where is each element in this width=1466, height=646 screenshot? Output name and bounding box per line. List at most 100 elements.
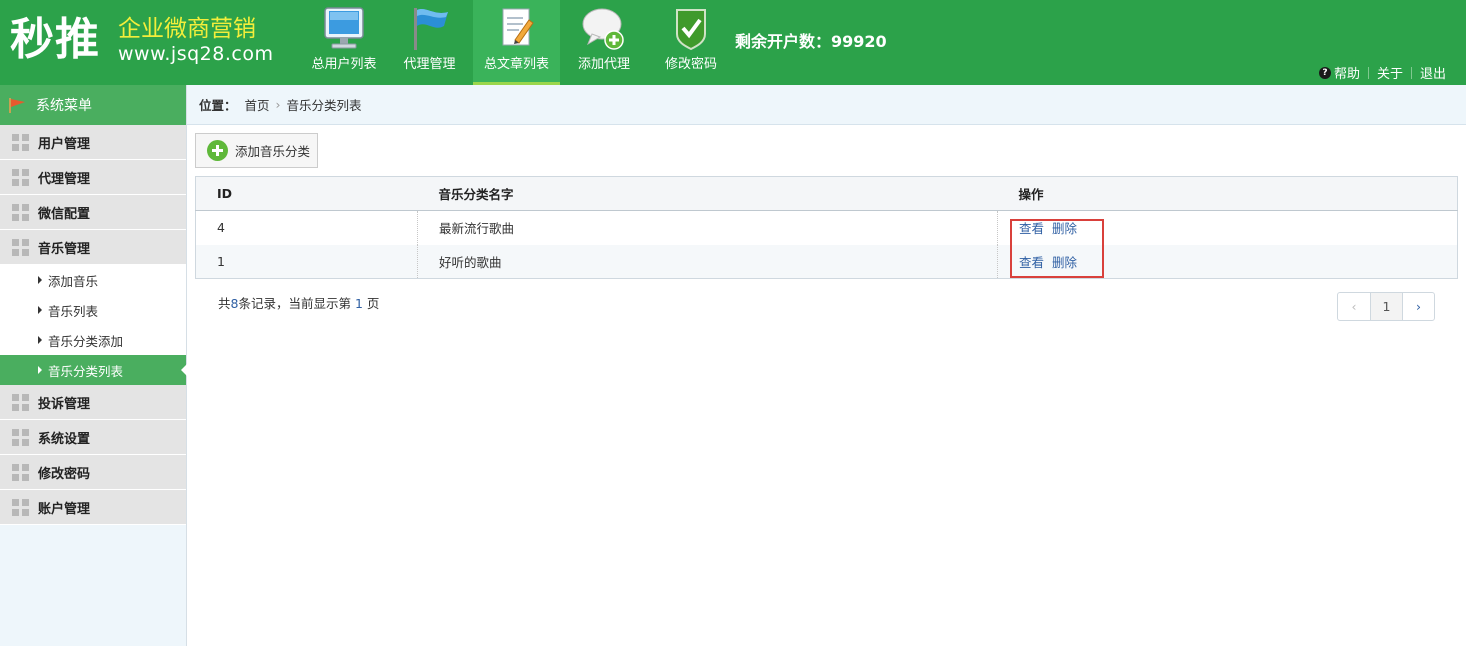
breadcrumb-home-link[interactable]: 首页 bbox=[245, 95, 270, 114]
page-button-1[interactable]: 1 bbox=[1370, 293, 1402, 320]
grid-icon bbox=[12, 428, 29, 446]
current-page-number: 1 bbox=[354, 296, 363, 311]
breadcrumb: 位置： 首页 › 音乐分类列表 bbox=[187, 85, 1466, 125]
sidebar-group-label: 用户管理 bbox=[38, 136, 91, 152]
sidebar: 系统菜单 用户管理 代理管理 微信配置 音乐管理 添加音乐 音乐列表 音乐分类添… bbox=[0, 85, 187, 646]
top-right-links: ? 帮助 关于 退出 bbox=[1318, 63, 1446, 82]
top-header: 秒推 企业微商营销 www.jsq28.com 总用户列表 代理管理 总文章列表… bbox=[0, 0, 1466, 85]
grid-icon bbox=[12, 463, 29, 481]
sidebar-item-add-music-category[interactable]: 音乐分类添加 bbox=[0, 325, 186, 355]
sidebar-item-music-category-list[interactable]: 音乐分类列表 bbox=[0, 355, 187, 385]
record-info: 共8条记录，当前显示第 1 页 bbox=[218, 293, 379, 312]
record-info-prefix: 共 bbox=[218, 296, 231, 311]
table-row: 4 最新流行歌曲 查看 删除 bbox=[196, 210, 1458, 245]
nav-add-agent-label: 添加代理 bbox=[577, 57, 630, 72]
sidebar-item-label: 音乐分类列表 bbox=[48, 363, 124, 379]
plus-circle-icon bbox=[207, 140, 228, 161]
cell-name: 好听的歌曲 bbox=[417, 244, 998, 279]
nav-change-password[interactable]: 修改密码 bbox=[648, 0, 734, 85]
sidebar-header: 系统菜单 bbox=[0, 85, 186, 125]
column-header-name: 音乐分类名字 bbox=[417, 176, 998, 211]
sidebar-group-label: 音乐管理 bbox=[38, 241, 91, 257]
grid-icon bbox=[12, 203, 29, 221]
nav-article-list[interactable]: 总文章列表 bbox=[473, 0, 560, 85]
shield-check-icon bbox=[676, 9, 706, 51]
caret-right-icon bbox=[38, 336, 42, 344]
sidebar-item-label: 添加音乐 bbox=[48, 273, 99, 289]
sidebar-item-label: 音乐分类添加 bbox=[48, 333, 124, 349]
column-header-id: ID bbox=[195, 176, 418, 211]
sidebar-group-user[interactable]: 用户管理 bbox=[0, 125, 186, 160]
pagination: ‹ 1 › bbox=[1337, 292, 1435, 321]
sidebar-group-complaint[interactable]: 投诉管理 bbox=[0, 385, 186, 420]
add-music-category-label: 添加音乐分类 bbox=[235, 144, 311, 159]
caret-right-icon bbox=[38, 366, 42, 374]
brand-url: www.jsq28.com bbox=[118, 43, 274, 65]
divider bbox=[1367, 66, 1369, 79]
grid-icon bbox=[12, 238, 29, 256]
sidebar-group-label: 微信配置 bbox=[38, 206, 91, 222]
sidebar-group-account[interactable]: 账户管理 bbox=[0, 490, 186, 525]
breadcrumb-label: 位置： bbox=[199, 98, 237, 113]
breadcrumb-current: 音乐分类列表 bbox=[286, 98, 362, 113]
nav-add-agent[interactable]: 添加代理 bbox=[560, 0, 648, 85]
chevron-right-icon: › bbox=[275, 97, 281, 112]
sidebar-item-music-list[interactable]: 音乐列表 bbox=[0, 295, 186, 325]
add-music-category-button[interactable]: 添加音乐分类 bbox=[195, 133, 318, 168]
delete-link[interactable]: 删除 bbox=[1052, 221, 1077, 236]
about-link[interactable]: 关于 bbox=[1377, 63, 1403, 82]
document-edit-icon bbox=[502, 8, 534, 46]
sidebar-item-add-music[interactable]: 添加音乐 bbox=[0, 265, 186, 295]
sidebar-title: 系统菜单 bbox=[36, 98, 92, 114]
sidebar-group-label: 系统设置 bbox=[38, 431, 91, 447]
flag-icon bbox=[413, 8, 448, 50]
table-header-row: ID 音乐分类名字 操作 bbox=[195, 176, 1458, 211]
cell-actions: 查看 删除 bbox=[997, 244, 1458, 279]
help-link[interactable]: 帮助 bbox=[1334, 63, 1360, 82]
chat-add-icon bbox=[582, 8, 624, 50]
cell-actions: 查看 删除 bbox=[997, 210, 1458, 245]
sidebar-group-label: 账户管理 bbox=[38, 501, 91, 517]
music-category-table: ID 音乐分类名字 操作 4 最新流行歌曲 查看 删除 1 好听的歌曲 查看 删… bbox=[195, 176, 1458, 279]
sidebar-group-label: 修改密码 bbox=[38, 466, 91, 482]
brand-slogan: 企业微商营销 bbox=[118, 16, 256, 42]
monitor-icon bbox=[324, 7, 364, 49]
top-nav: 总用户列表 代理管理 总文章列表 添加代理 修改密码 bbox=[302, 0, 734, 85]
help-icon: ? bbox=[1318, 66, 1331, 79]
sidebar-group-wechat[interactable]: 微信配置 bbox=[0, 195, 186, 230]
main-content: 位置： 首页 › 音乐分类列表 添加音乐分类 ID 音乐分类名字 操作 4 最新… bbox=[187, 85, 1466, 646]
delete-link[interactable]: 删除 bbox=[1052, 255, 1077, 270]
grid-icon bbox=[12, 393, 29, 411]
view-link[interactable]: 查看 bbox=[1019, 221, 1044, 236]
sidebar-group-label: 代理管理 bbox=[38, 171, 91, 187]
prev-page-button[interactable]: ‹ bbox=[1338, 293, 1370, 320]
remaining-accounts: 剩余开户数：99920 bbox=[735, 32, 887, 51]
record-info-middle: 条记录，当前显示第 bbox=[238, 296, 351, 311]
sidebar-group-password[interactable]: 修改密码 bbox=[0, 455, 186, 490]
sidebar-group-label: 投诉管理 bbox=[38, 396, 91, 412]
sidebar-group-settings[interactable]: 系统设置 bbox=[0, 420, 186, 455]
logout-link[interactable]: 退出 bbox=[1420, 63, 1446, 82]
grid-icon bbox=[12, 498, 29, 516]
table-row: 1 好听的歌曲 查看 删除 bbox=[195, 244, 1458, 279]
cell-name: 最新流行歌曲 bbox=[417, 210, 998, 245]
nav-user-list-label: 总用户列表 bbox=[311, 57, 377, 72]
divider bbox=[1410, 66, 1412, 79]
cell-id: 1 bbox=[195, 244, 418, 279]
column-header-actions: 操作 bbox=[997, 176, 1458, 211]
next-page-button[interactable]: › bbox=[1402, 293, 1434, 320]
grid-icon bbox=[12, 133, 29, 151]
nav-article-list-label: 总文章列表 bbox=[483, 57, 549, 72]
sidebar-group-agent[interactable]: 代理管理 bbox=[0, 160, 186, 195]
caret-right-icon bbox=[38, 276, 42, 284]
sidebar-group-music[interactable]: 音乐管理 bbox=[0, 230, 186, 265]
record-info-suffix: 页 bbox=[366, 296, 380, 311]
view-link[interactable]: 查看 bbox=[1019, 255, 1044, 270]
grid-icon bbox=[12, 168, 29, 186]
nav-agent-manage-label: 代理管理 bbox=[403, 57, 456, 72]
nav-change-password-label: 修改密码 bbox=[664, 57, 717, 72]
brand-logo-text: 秒推 bbox=[10, 14, 100, 65]
flag-icon bbox=[9, 98, 25, 113]
nav-user-list[interactable]: 总用户列表 bbox=[302, 0, 386, 85]
nav-agent-manage[interactable]: 代理管理 bbox=[386, 0, 473, 85]
